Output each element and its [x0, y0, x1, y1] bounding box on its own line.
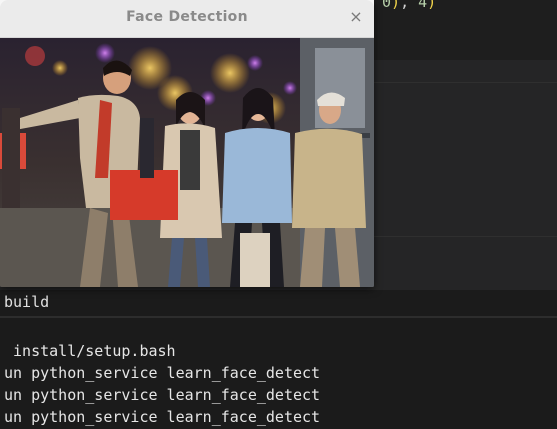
code-paren-close: ) [427, 0, 437, 11]
terminal-line: un python_service learn_face_detect [4, 408, 321, 426]
code-separator: , [400, 0, 419, 11]
detection-image [0, 38, 374, 287]
photo-of-people-shopping-icon [0, 38, 374, 287]
code-number: 0 [382, 0, 392, 11]
desktop: 0), 4) build install/setup.bash un pytho… [0, 0, 557, 429]
window-titlebar[interactable]: Face Detection × [0, 0, 374, 38]
terminal-header: build [0, 290, 557, 318]
code-paren: ) [391, 0, 401, 11]
terminal-line: un python_service learn_face_detect [4, 386, 321, 404]
terminal-output[interactable]: install/setup.bash un python_service lea… [0, 318, 557, 429]
code-number-2: 4 [418, 0, 428, 11]
face-detection-window[interactable]: Face Detection × [0, 0, 374, 287]
build-label: build [4, 293, 50, 311]
code-line: 0), 4) [382, 0, 436, 12]
window-title: Face Detection [126, 9, 248, 25]
terminal-line: install/setup.bash [4, 342, 176, 360]
terminal-line: un python_service learn_face_detect [4, 364, 321, 382]
close-button[interactable]: × [348, 8, 364, 26]
